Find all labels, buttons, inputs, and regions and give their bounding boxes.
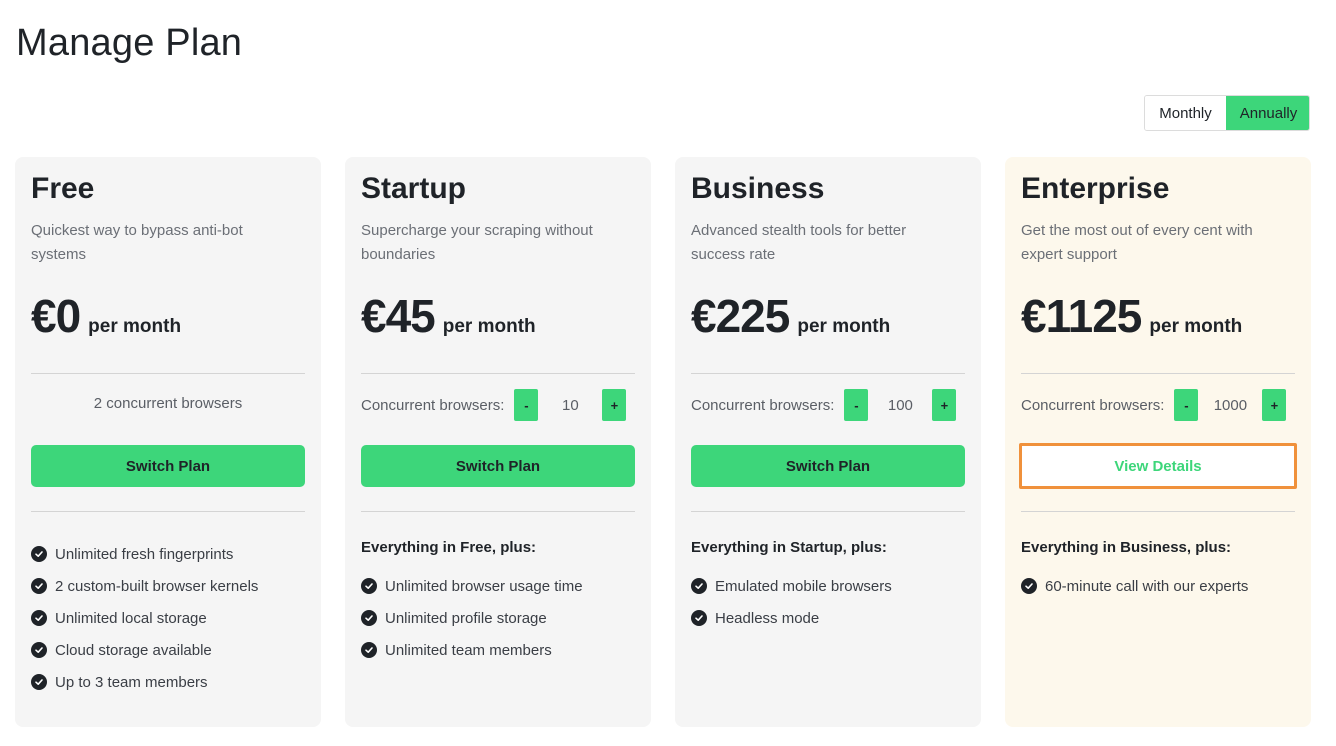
divider — [691, 511, 965, 512]
feature-list: 60-minute call with our experts — [1021, 570, 1248, 602]
feature-item: Emulated mobile browsers — [691, 570, 892, 602]
check-circle-icon — [1021, 578, 1037, 594]
features-heading: Everything in Free, plus: — [361, 539, 537, 556]
divider — [1021, 373, 1295, 374]
increment-button[interactable]: + — [1262, 389, 1287, 421]
price-period: per month — [797, 316, 891, 337]
plan-description: Supercharge your scraping without bounda… — [361, 222, 593, 263]
plan-name: Startup — [361, 172, 466, 205]
price-row: €0 per month — [31, 289, 181, 343]
switch-plan-button[interactable]: Switch Plan — [31, 445, 305, 487]
check-circle-icon — [31, 578, 47, 594]
check-circle-icon — [691, 578, 707, 594]
concurrent-browsers-value[interactable]: 100 — [868, 397, 932, 414]
feature-list: Emulated mobile browsers Headless mode — [691, 570, 892, 634]
decrement-button[interactable]: - — [514, 389, 539, 421]
decrement-button[interactable]: - — [844, 389, 869, 421]
price-period: per month — [88, 316, 182, 337]
divider — [31, 511, 305, 512]
divider — [361, 511, 635, 512]
billing-monthly-option[interactable]: Monthly — [1145, 96, 1226, 130]
plan-card-enterprise: Enterprise Get the most out of every cen… — [1005, 157, 1311, 727]
check-circle-icon — [361, 610, 377, 626]
feature-item: 60-minute call with our experts — [1021, 570, 1248, 602]
plan-card-business: Business Advanced stealth tools for bett… — [675, 157, 981, 727]
divider — [31, 373, 305, 374]
feature-item: Unlimited browser usage time — [361, 570, 583, 602]
divider — [1021, 511, 1295, 512]
concurrent-browsers-stepper: Concurrent browsers: - 1000 + — [1021, 389, 1295, 421]
concurrent-browsers-label: Concurrent browsers: — [361, 396, 505, 414]
concurrent-browsers-label: Concurrent browsers: — [691, 396, 835, 414]
price-period: per month — [442, 316, 536, 337]
plan-name: Business — [691, 172, 825, 205]
check-circle-icon — [31, 642, 47, 658]
price-row: €225 per month — [691, 289, 890, 343]
concurrent-browsers-text: 2 concurrent browsers — [93, 395, 243, 412]
plan-description: Quickest way to bypass anti-bot systems — [31, 222, 243, 263]
plan-name: Enterprise — [1021, 172, 1170, 205]
feature-item: Up to 3 team members — [31, 666, 258, 698]
decrement-button[interactable]: - — [1174, 389, 1199, 421]
feature-text: Unlimited fresh fingerprints — [55, 545, 234, 563]
check-circle-icon — [31, 674, 47, 690]
feature-item: Unlimited fresh fingerprints — [31, 538, 258, 570]
feature-text: Emulated mobile browsers — [715, 577, 892, 595]
price-period: per month — [1149, 316, 1243, 337]
feature-list: Unlimited fresh fingerprints 2 custom-bu… — [31, 538, 258, 698]
view-details-button[interactable]: View Details — [1019, 443, 1297, 489]
plan-name: Free — [31, 172, 95, 205]
concurrent-browsers-stepper: Concurrent browsers: - 10 + — [361, 389, 635, 421]
feature-item: Headless mode — [691, 602, 892, 634]
billing-toggle: Monthly Annually — [1144, 95, 1310, 131]
plan-card-free: Free Quickest way to bypass anti-bot sys… — [15, 157, 321, 727]
feature-item: 2 custom-built browser kernels — [31, 570, 258, 602]
concurrent-browsers-label: Concurrent browsers: — [1021, 396, 1165, 414]
plan-card-startup: Startup Supercharge your scraping withou… — [345, 157, 651, 727]
concurrent-browsers-value[interactable]: 1000 — [1198, 397, 1262, 414]
price-amount: €1125 — [1021, 290, 1142, 342]
feature-list: Unlimited browser usage time Unlimited p… — [361, 570, 583, 666]
feature-text: Unlimited profile storage — [385, 609, 547, 627]
price-amount: €225 — [691, 290, 790, 342]
feature-text: Unlimited browser usage time — [385, 577, 583, 595]
concurrent-browsers-stepper: Concurrent browsers: - 100 + — [691, 389, 965, 421]
feature-text: Up to 3 team members — [55, 673, 208, 691]
divider — [361, 373, 635, 374]
switch-plan-button[interactable]: Switch Plan — [361, 445, 635, 487]
check-circle-icon — [691, 610, 707, 626]
switch-plan-button[interactable]: Switch Plan — [691, 445, 965, 487]
feature-text: Cloud storage available — [55, 641, 212, 659]
feature-text: 60-minute call with our experts — [1045, 577, 1249, 595]
price-amount: €0 — [31, 290, 81, 342]
plan-description: Get the most out of every cent with expe… — [1021, 222, 1253, 263]
feature-text: Headless mode — [715, 609, 820, 627]
feature-text: Unlimited local storage — [55, 609, 207, 627]
feature-item: Unlimited local storage — [31, 602, 258, 634]
price-amount: €45 — [361, 290, 436, 342]
price-row: €45 per month — [361, 289, 536, 343]
feature-text: Unlimited team members — [385, 641, 552, 659]
increment-button[interactable]: + — [932, 389, 957, 421]
check-circle-icon — [31, 546, 47, 562]
feature-item: Unlimited team members — [361, 634, 583, 666]
features-heading: Everything in Startup, plus: — [691, 539, 887, 556]
feature-item: Cloud storage available — [31, 634, 258, 666]
page-title: Manage Plan — [16, 22, 243, 64]
check-circle-icon — [361, 642, 377, 658]
check-circle-icon — [361, 578, 377, 594]
billing-annually-option[interactable]: Annually — [1226, 96, 1309, 130]
divider — [691, 373, 965, 374]
plan-description: Advanced stealth tools for better succes… — [691, 222, 907, 263]
feature-item: Unlimited profile storage — [361, 602, 583, 634]
increment-button[interactable]: + — [602, 389, 627, 421]
concurrent-browsers-value[interactable]: 10 — [538, 397, 602, 414]
features-heading: Everything in Business, plus: — [1021, 539, 1232, 556]
feature-text: 2 custom-built browser kernels — [55, 577, 259, 595]
check-circle-icon — [31, 610, 47, 626]
price-row: €1125 per month — [1021, 289, 1242, 343]
